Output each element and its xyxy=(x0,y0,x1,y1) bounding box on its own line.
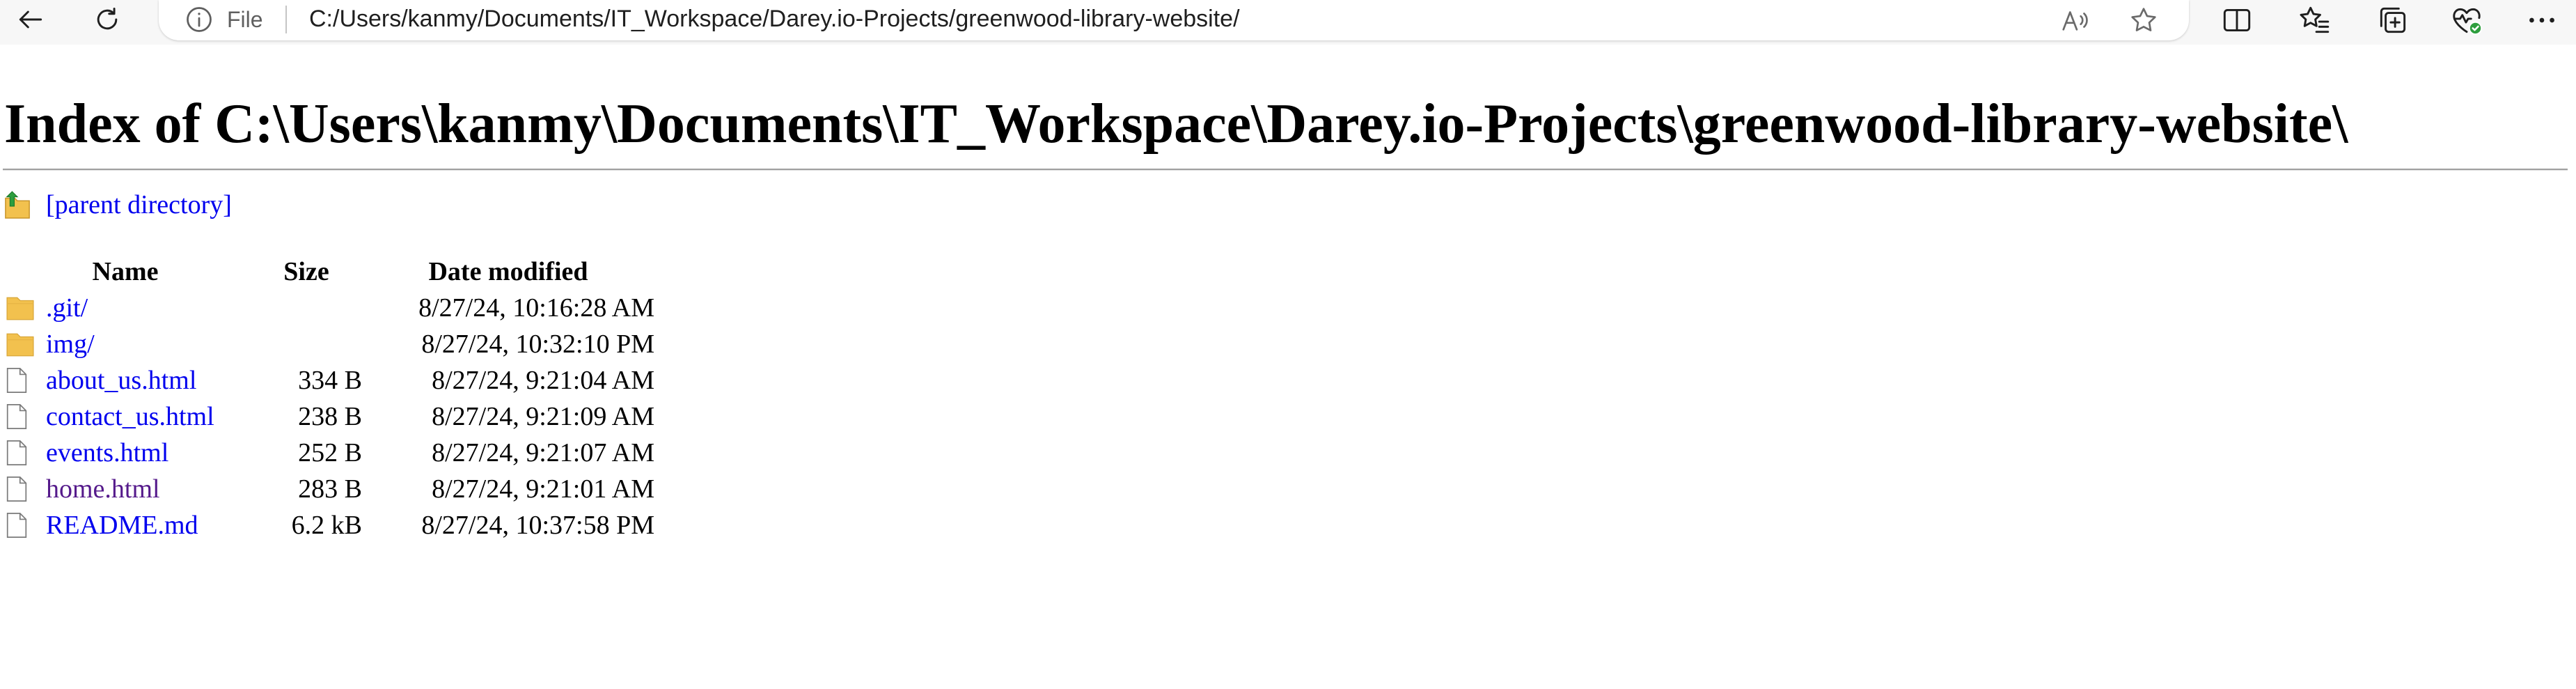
folder-link[interactable]: .git/ xyxy=(46,293,88,323)
divider xyxy=(3,169,2568,171)
table-row: .git/ 8/27/24, 10:16:28 AM xyxy=(0,290,654,326)
table-row: img/ 8/27/24, 10:32:10 PM xyxy=(0,326,654,362)
file-icon xyxy=(0,511,39,539)
file-link[interactable]: README.md xyxy=(46,510,198,541)
folder-link[interactable]: img/ xyxy=(46,329,95,359)
file-size xyxy=(251,326,362,362)
file-icon xyxy=(0,403,39,431)
file-date: 8/27/24, 9:21:09 AM xyxy=(432,402,654,431)
table-row: about_us.html 334 B 8/27/24, 9:21:04 AM xyxy=(0,362,654,398)
refresh-button[interactable] xyxy=(85,0,129,39)
file-date: 8/27/24, 9:21:01 AM xyxy=(432,474,654,504)
file-link[interactable]: contact_us.html xyxy=(46,401,214,432)
refresh-icon xyxy=(97,7,118,30)
read-aloud-icon[interactable] xyxy=(2059,4,2091,36)
file-date: 8/27/24, 10:37:58 PM xyxy=(421,511,654,540)
address-separator xyxy=(285,6,287,33)
file-size: 6.2 kB xyxy=(291,511,362,540)
back-button[interactable] xyxy=(8,0,53,39)
parent-directory-link[interactable]: [parent directory] xyxy=(46,189,232,220)
collections-icon[interactable] xyxy=(2375,3,2410,38)
file-date: 8/27/24, 10:16:28 AM xyxy=(418,293,654,323)
parent-directory-row[interactable]: [parent directory] xyxy=(4,187,232,223)
table-row: events.html 252 B 8/27/24, 9:21:07 AM xyxy=(0,435,654,471)
folder-icon xyxy=(0,294,39,322)
favorites-icon[interactable] xyxy=(2298,3,2332,38)
table-row: README.md 6.2 kB 8/27/24, 10:37:58 PM xyxy=(0,507,654,543)
file-icon xyxy=(0,475,39,503)
split-screen-icon[interactable] xyxy=(2220,3,2254,38)
name-column-header[interactable]: Name xyxy=(0,254,251,290)
browser-toolbar: File C:/Users/kanmy/Documents/IT_Workspa… xyxy=(0,0,2576,45)
file-date: 8/27/24, 10:32:10 PM xyxy=(421,330,654,359)
file-link[interactable]: events.html xyxy=(46,438,168,468)
file-size: 283 B xyxy=(298,474,362,504)
more-icon[interactable] xyxy=(2524,3,2559,38)
file-date: 8/27/24, 9:21:07 AM xyxy=(432,438,654,467)
page-title: Index of C:\Users\kanmy\Documents\IT_Wor… xyxy=(4,93,2348,155)
file-date: 8/27/24, 9:21:04 AM xyxy=(432,366,654,395)
date-column-header[interactable]: Date modified xyxy=(362,254,654,290)
file-size: 334 B xyxy=(298,366,362,395)
size-column-header[interactable]: Size xyxy=(251,254,362,290)
url-text[interactable]: C:/Users/kanmy/Documents/IT_Workspace/Da… xyxy=(309,4,1240,33)
star-icon[interactable] xyxy=(2128,4,2160,36)
folder-icon xyxy=(0,330,39,358)
file-icon xyxy=(0,439,39,467)
file-size xyxy=(251,290,362,326)
file-table: Name Size Date modified .git/ 8/27/24, 1… xyxy=(0,254,654,543)
file-icon xyxy=(0,366,39,394)
arrow-left-icon xyxy=(19,10,42,29)
table-row: contact_us.html 238 B 8/27/24, 9:21:09 A… xyxy=(0,398,654,435)
address-bar[interactable]: File C:/Users/kanmy/Documents/IT_Workspa… xyxy=(159,0,2189,40)
table-header-row: Name Size Date modified xyxy=(0,254,654,290)
heart-pulse-icon[interactable] xyxy=(2449,3,2484,38)
file-link[interactable]: about_us.html xyxy=(46,365,196,396)
table-row: home.html 283 B 8/27/24, 9:21:01 AM xyxy=(0,471,654,507)
info-icon[interactable] xyxy=(184,4,214,35)
folder-up-icon xyxy=(5,191,30,219)
scheme-label: File xyxy=(227,7,263,32)
file-size: 238 B xyxy=(298,402,362,431)
file-list: .git/ 8/27/24, 10:16:28 AM img/ 8/27/24,… xyxy=(0,290,654,543)
file-link[interactable]: home.html xyxy=(46,474,160,504)
file-size: 252 B xyxy=(298,438,362,467)
